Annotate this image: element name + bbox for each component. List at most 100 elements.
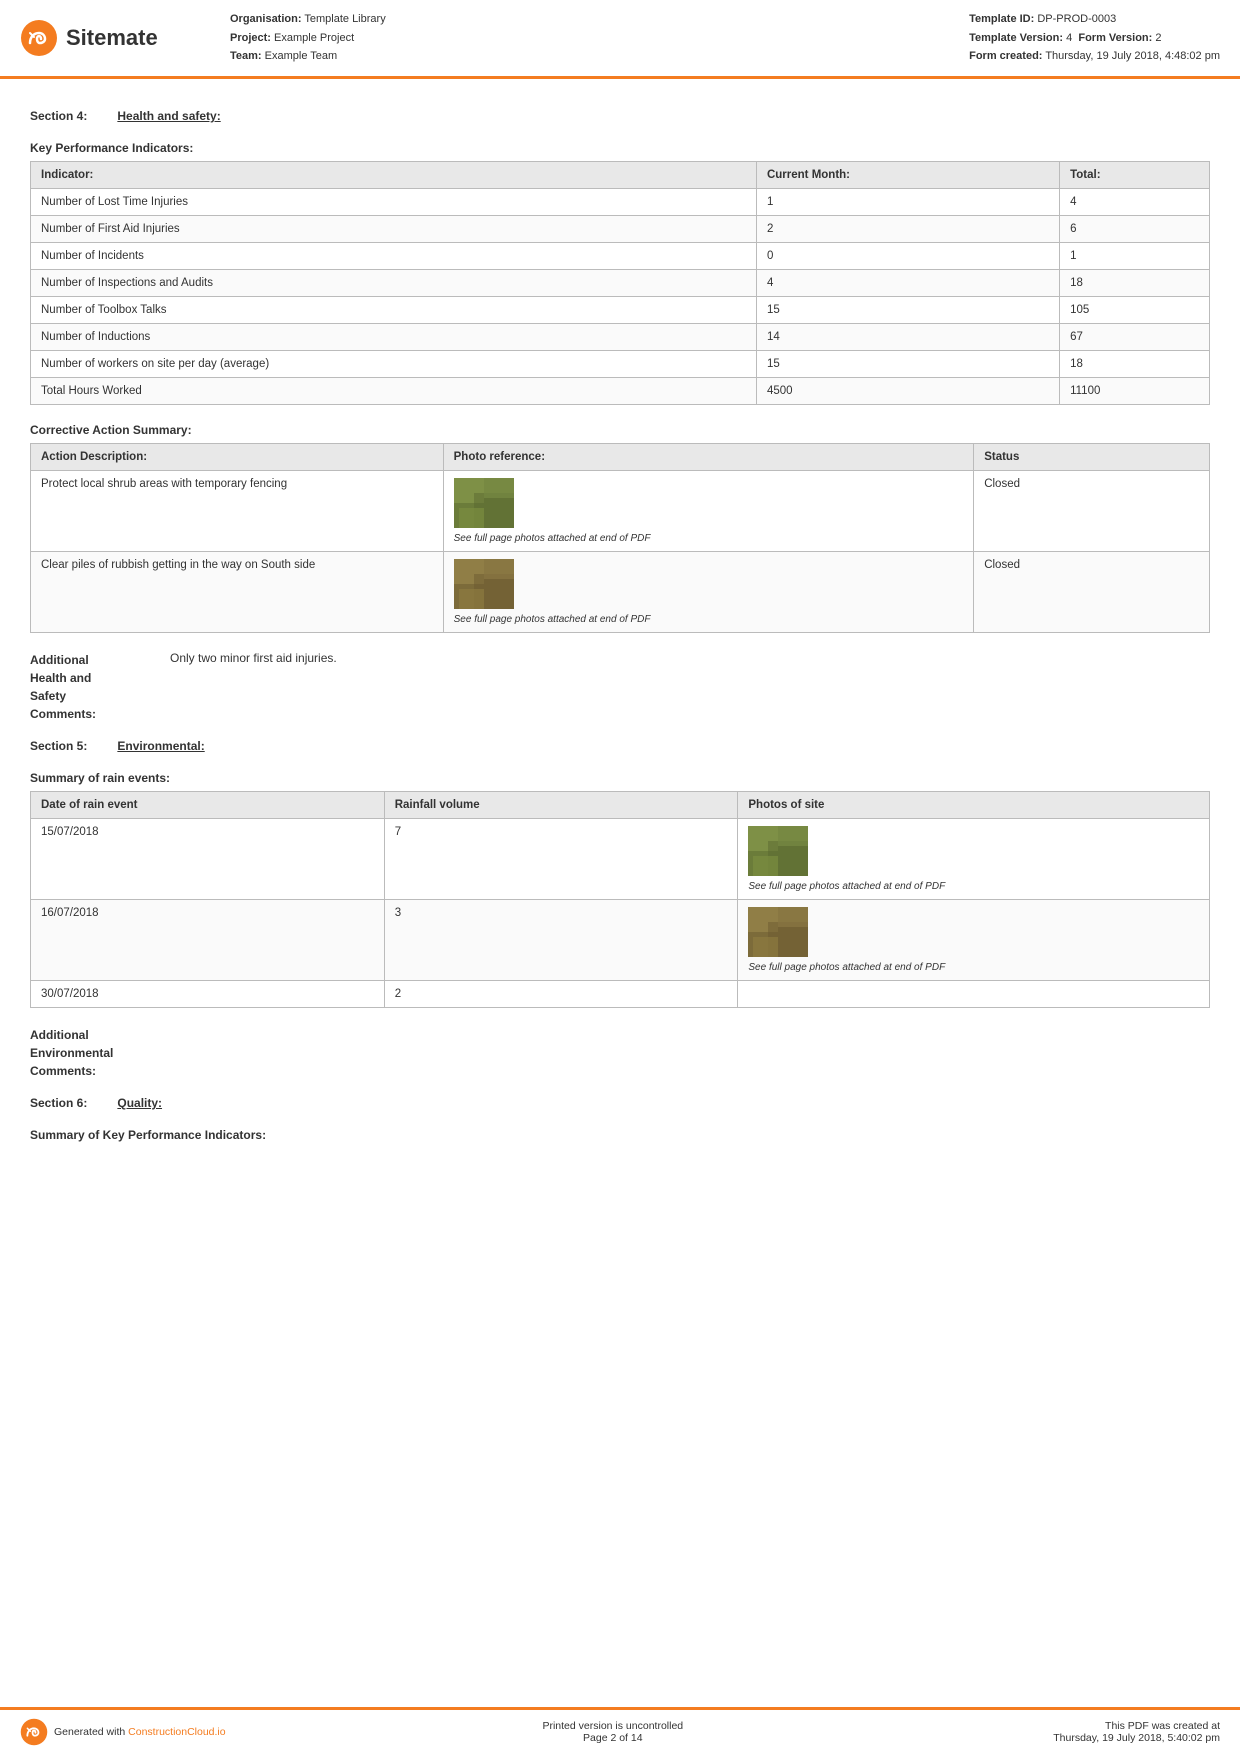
photo-thumb [748,907,808,957]
section5-label: Section 5: [30,739,87,753]
main-content: Section 4: Health and safety: Key Perfor… [0,79,1240,1288]
section5-title: Environmental: [117,739,204,753]
header-meta-left: Organisation: Template Library Project: … [230,10,386,66]
footer-pdf-date: Thursday, 19 July 2018, 5:40:02 pm [1000,1732,1220,1744]
photo-cell: See full page photos attached at end of … [454,559,964,625]
section6-heading: Section 6: Quality: [30,1096,1210,1110]
form-created-line: Form created: Thursday, 19 July 2018, 4:… [969,47,1220,66]
ca-description: Clear piles of rubbish getting in the wa… [31,552,444,633]
project-line: Project: Example Project [230,29,386,48]
rain-photo [738,981,1210,1008]
ca-photo: See full page photos attached at end of … [443,471,974,552]
template-version-line: Template Version: 4 Form Version: 2 [969,29,1220,48]
rain-col-volume: Rainfall volume [384,792,738,819]
footer-center: Printed version is uncontrolled Page 2 o… [246,1720,980,1744]
ca-col-photo: Photo reference: [443,444,974,471]
rain-photo: See full page photos attached at end of … [738,900,1210,981]
table-cell: Number of First Aid Injuries [31,216,757,243]
table-cell: Number of workers on site per day (avera… [31,351,757,378]
table-cell: 105 [1060,297,1210,324]
photo-caption: See full page photos attached at end of … [454,533,964,544]
photo-caption: See full page photos attached at end of … [748,881,1199,892]
table-cell: 11100 [1060,378,1210,405]
org-line: Organisation: Template Library [230,10,386,29]
table-cell: 15 [756,297,1059,324]
ca-status: Closed [974,471,1210,552]
footer-generated-text: Generated with ConstructionCloud.io [54,1726,226,1738]
photo-thumb [748,826,808,876]
footer-right: This PDF was created at Thursday, 19 Jul… [1000,1720,1220,1744]
table-cell: Number of Inductions [31,324,757,351]
table-cell: Number of Incidents [31,243,757,270]
table-cell: Number of Lost Time Injuries [31,189,757,216]
rain-date: 16/07/2018 [31,900,385,981]
rain-photo: See full page photos attached at end of … [738,819,1210,900]
logo-text: Sitemate [66,25,158,51]
footer-page-info: Page 2 of 14 [246,1732,980,1744]
sitemate-logo-icon [20,19,58,57]
photo-cell: See full page photos attached at end of … [748,907,1199,973]
section4-heading: Section 4: Health and safety: [30,109,1210,123]
table-row: Number of Incidents01 [31,243,1210,270]
table-row: Number of First Aid Injuries26 [31,216,1210,243]
table-cell: 0 [756,243,1059,270]
table-cell: 18 [1060,351,1210,378]
photo-cell: See full page photos attached at end of … [748,826,1199,892]
table-cell: 4 [1060,189,1210,216]
rain-date: 15/07/2018 [31,819,385,900]
table-cell: Total Hours Worked [31,378,757,405]
corrective-action-table: Action Description: Photo reference: Sta… [30,443,1210,633]
kpi-col-current: Current Month: [756,162,1059,189]
table-cell: 18 [1060,270,1210,297]
section4-label: Section 4: [30,109,87,123]
page-footer: Generated with ConstructionCloud.io Prin… [0,1707,1240,1754]
table-cell: 14 [756,324,1059,351]
photo-thumb [454,478,514,528]
table-cell: 6 [1060,216,1210,243]
table-row: Clear piles of rubbish getting in the wa… [31,552,1210,633]
table-row: Number of Inspections and Audits418 [31,270,1210,297]
footer-logo-icon [20,1718,48,1746]
footer-uncontrolled: Printed version is uncontrolled [246,1720,980,1732]
comments-value: Only two minor first aid injuries. [170,651,337,723]
table-cell: 15 [756,351,1059,378]
table-row: Number of workers on site per day (avera… [31,351,1210,378]
rain-table-title: Summary of rain events: [30,771,1210,785]
health-safety-comments: AdditionalHealth andSafetyComments: Only… [30,651,1210,723]
table-row: 16/07/20183 See full page photos attache… [31,900,1210,981]
kpi-col-total: Total: [1060,162,1210,189]
kpi-col-indicator: Indicator: [31,162,757,189]
photo-caption: See full page photos attached at end of … [454,614,964,625]
table-row: Protect local shrub areas with temporary… [31,471,1210,552]
footer-logo: Generated with ConstructionCloud.io [20,1718,226,1746]
footer-pdf-created: This PDF was created at [1000,1720,1220,1732]
table-row: Number of Inductions1467 [31,324,1210,351]
section4-title: Health and safety: [117,109,220,123]
kpi-table: Indicator: Current Month: Total: Number … [30,161,1210,405]
rain-volume: 3 [384,900,738,981]
rain-volume: 2 [384,981,738,1008]
rain-col-photos: Photos of site [738,792,1210,819]
photo-cell: See full page photos attached at end of … [454,478,964,544]
table-cell: 1 [756,189,1059,216]
comments-label: AdditionalHealth andSafetyComments: [30,651,160,723]
env-comments: AdditionalEnvironmentalComments: [30,1026,1210,1080]
table-cell: 4 [756,270,1059,297]
ca-description: Protect local shrub areas with temporary… [31,471,444,552]
page-header: Sitemate Organisation: Template Library … [0,0,1240,79]
ca-photo: See full page photos attached at end of … [443,552,974,633]
table-cell: 4500 [756,378,1059,405]
header-meta-right: Template ID: DP-PROD-0003 Template Versi… [969,10,1220,66]
template-id-line: Template ID: DP-PROD-0003 [969,10,1220,29]
table-row: 30/07/20182 [31,981,1210,1008]
ca-status: Closed [974,552,1210,633]
table-cell: 67 [1060,324,1210,351]
footer-link[interactable]: ConstructionCloud.io [128,1726,225,1738]
ca-col-status: Status [974,444,1210,471]
team-line: Team: Example Team [230,47,386,66]
rain-date: 30/07/2018 [31,981,385,1008]
section6-title: Quality: [117,1096,162,1110]
table-row: Number of Toolbox Talks15105 [31,297,1210,324]
table-row: Total Hours Worked450011100 [31,378,1210,405]
corrective-action-title: Corrective Action Summary: [30,423,1210,437]
